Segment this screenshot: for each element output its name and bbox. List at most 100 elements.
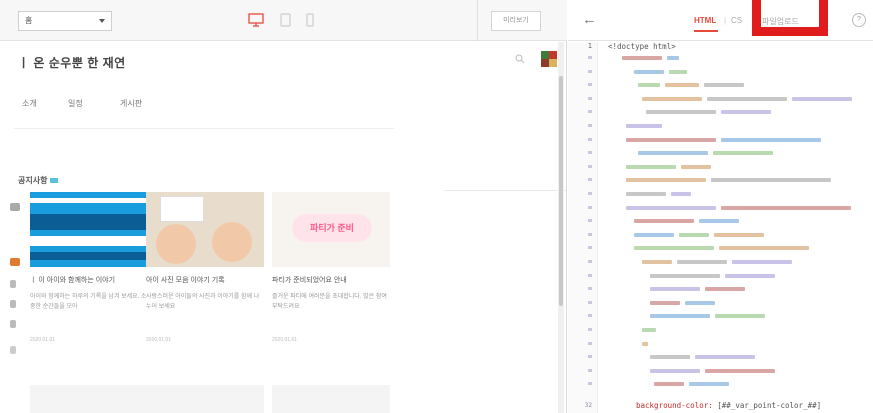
code-token [654,382,684,387]
post-card-placeholder [30,385,148,413]
line-number [568,69,592,73]
line-number [568,286,592,291]
line-number [568,150,592,155]
section-heading-label: 공지사항 [18,176,48,185]
line-number [568,218,592,223]
line-number [568,164,592,168]
line-number [568,368,592,372]
nav-item-board[interactable]: 게시판 [120,98,142,109]
post-card-placeholder [272,385,390,413]
arrow-left-icon[interactable]: ← [582,11,597,29]
css-value: [##_var_point-color_##] [712,401,822,410]
code-token [634,246,714,251]
side-marker [10,300,16,308]
code-token [642,341,648,346]
line-number [568,245,592,250]
mobile-icon[interactable] [306,13,314,27]
section-heading: 공지사항 [18,175,59,186]
tab-separator: | [724,16,727,25]
line-number [568,232,592,236]
code-token [667,56,679,60]
line-number [568,313,592,318]
line-number [568,55,592,59]
code-token [705,368,775,373]
code-token [626,164,676,169]
nav-item-about[interactable]: 소개 [22,98,37,109]
avatar[interactable] [541,51,557,67]
code-token [685,300,715,305]
active-tab-indicator [694,30,718,32]
page-select-value: 홈 [25,16,33,25]
side-marker [10,258,20,266]
code-token [634,69,664,74]
code-token [713,151,773,156]
code-token [638,151,708,156]
line-number [568,381,592,386]
post-card[interactable]: 파티가 준비 파티가 준비되었어요 안내 즐거운 파티에 여러분을 초대합니다.… [272,192,390,343]
code-token [650,287,700,292]
side-marker [10,346,16,354]
preview-button[interactable]: 미리보기 [491,11,541,31]
code-token [650,355,690,360]
css-property: background-color: [636,401,713,410]
side-marker [10,280,16,288]
line-number: 1 [587,42,592,50]
code-token [650,300,680,305]
post-excerpt: 사랑스러운 아이들의 사진과 이야기를 함께 나누어 보세요 [146,294,260,310]
post-date: 2020.01.01 [272,337,298,343]
scrollbar-thumb[interactable] [559,76,563,306]
post-card[interactable]: 아이 사진 모음 이야기 기록 사랑스러운 아이들의 사진과 이야기를 함께 나… [146,192,264,343]
post-title: 아이 사진 모음 이야기 기록 [146,277,225,284]
code-token [689,382,729,387]
code-token [725,273,775,278]
new-badge [50,178,59,184]
page-select[interactable]: 홈 [18,11,112,31]
code-token [721,205,851,210]
post-thumbnail: 파티가 준비 [272,192,390,267]
line-number [568,137,592,141]
site-title: ㅣ 온 순우뿐 한 재연 [18,56,126,70]
code-token [626,124,662,128]
line-number: 32 [584,402,592,409]
code-area[interactable]: 1 <!doctype html> 32 background-color: [… [568,42,873,413]
code-token [792,96,852,101]
code-token [711,178,831,183]
post-title: 파티가 준비되었어요 안내 [272,277,347,284]
line-number [568,109,592,114]
code-token [665,83,699,88]
code-token [642,328,656,332]
code-token [646,110,716,115]
tab-css[interactable]: CS [731,16,742,25]
preview-scrollbar[interactable] [558,42,564,413]
post-card[interactable]: ㅣ 이 아이와 함께하는 이야기 아이와 함께하는 하루의 기록을 남겨 보세요… [30,192,148,343]
code-token [634,232,674,237]
code-token [669,69,687,74]
search-icon[interactable] [514,53,526,65]
code-token [622,56,662,60]
code-token [721,137,821,142]
line-number [568,354,592,359]
toolbar-divider [477,0,478,41]
tablet-icon[interactable] [280,13,291,27]
chevron-down-icon [99,19,105,23]
nav-item-schedule[interactable]: 일정 [68,98,83,109]
code-token [650,368,700,373]
line-number [568,205,592,209]
post-card-placeholder [146,385,264,413]
code-token [634,219,694,224]
code-token [721,110,771,115]
line-number [568,327,592,331]
desktop-icon[interactable] [248,13,264,27]
code-editor-pane: ← HTML | CS 파일업로드 ? 1 <!doctype html> 32… [568,0,873,413]
line-number [568,259,592,263]
preview-toolbar: 홈 미리보기 [0,0,567,41]
tab-html[interactable]: HTML [694,16,716,25]
post-date: 2020.01.01 [146,337,172,343]
code-token [626,205,716,210]
line-number [568,273,592,277]
nav-divider [14,128,394,129]
help-icon[interactable]: ? [852,13,866,27]
code-token [732,260,792,264]
blog-preview: ㅣ 온 순우뿐 한 재연 소개 일정 게시판 공지사항 ㅣ 이 아이와 함께하는… [0,42,567,413]
code-token [671,192,691,196]
